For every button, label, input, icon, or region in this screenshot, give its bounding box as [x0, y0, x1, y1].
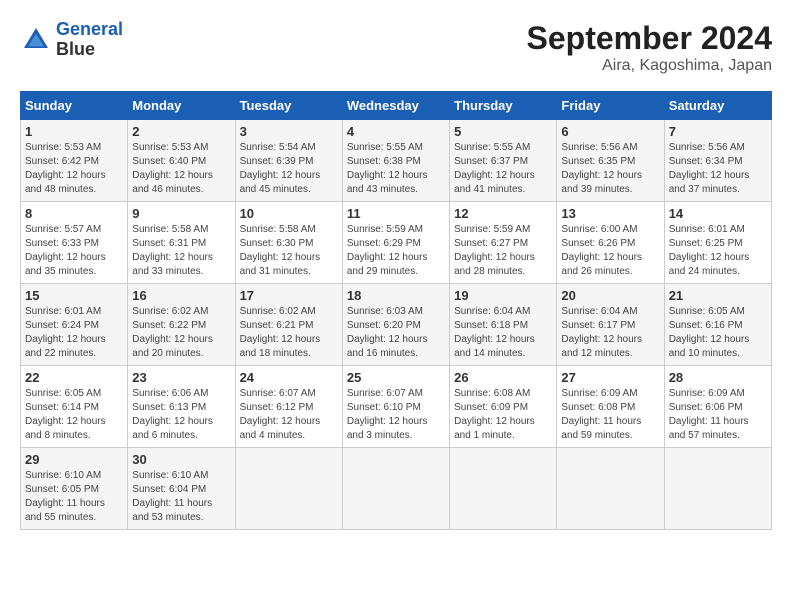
day-cell-sep28: 28 Sunrise: 6:09 AMSunset: 6:06 PMDaylig… — [664, 366, 771, 448]
day-cell-sep1: 1 Sunrise: 5:53 AMSunset: 6:42 PMDayligh… — [21, 120, 128, 202]
calendar-week-5: 29 Sunrise: 6:10 AMSunset: 6:05 PMDaylig… — [21, 448, 772, 530]
day-cell-sep26: 26 Sunrise: 6:08 AMSunset: 6:09 PMDaylig… — [450, 366, 557, 448]
day-cell-sep3: 3 Sunrise: 5:54 AMSunset: 6:39 PMDayligh… — [235, 120, 342, 202]
day-cell-sep29: 29 Sunrise: 6:10 AMSunset: 6:05 PMDaylig… — [21, 448, 128, 530]
day-cell-sep22: 22 Sunrise: 6:05 AMSunset: 6:14 PMDaylig… — [21, 366, 128, 448]
day-cell-sep24: 24 Sunrise: 6:07 AMSunset: 6:12 PMDaylig… — [235, 366, 342, 448]
day-cell-sep12: 12 Sunrise: 5:59 AMSunset: 6:27 PMDaylig… — [450, 202, 557, 284]
day-cell-sep10: 10 Sunrise: 5:58 AMSunset: 6:30 PMDaylig… — [235, 202, 342, 284]
day-cell-sep6: 6 Sunrise: 5:56 AMSunset: 6:35 PMDayligh… — [557, 120, 664, 202]
page-header: General Blue September 2024 Aira, Kagosh… — [20, 20, 772, 75]
day-cell-sep4: 4 Sunrise: 5:55 AMSunset: 6:38 PMDayligh… — [342, 120, 449, 202]
header-friday: Friday — [557, 92, 664, 120]
page-subtitle: Aira, Kagoshima, Japan — [527, 57, 772, 75]
header-thursday: Thursday — [450, 92, 557, 120]
day-cell-sep8: 8 Sunrise: 5:57 AMSunset: 6:33 PMDayligh… — [21, 202, 128, 284]
day-cell-sep23: 23 Sunrise: 6:06 AMSunset: 6:13 PMDaylig… — [128, 366, 235, 448]
day-cell-sep21: 21 Sunrise: 6:05 AMSunset: 6:16 PMDaylig… — [664, 284, 771, 366]
day-cell-empty-5 — [664, 448, 771, 530]
day-cell-sep2: 2 Sunrise: 5:53 AMSunset: 6:40 PMDayligh… — [128, 120, 235, 202]
day-cell-sep18: 18 Sunrise: 6:03 AMSunset: 6:20 PMDaylig… — [342, 284, 449, 366]
day-cell-sep20: 20 Sunrise: 6:04 AMSunset: 6:17 PMDaylig… — [557, 284, 664, 366]
logo-icon — [20, 24, 52, 56]
day-cell-sep13: 13 Sunrise: 6:00 AMSunset: 6:26 PMDaylig… — [557, 202, 664, 284]
header-monday: Monday — [128, 92, 235, 120]
day-cell-sep15: 15 Sunrise: 6:01 AMSunset: 6:24 PMDaylig… — [21, 284, 128, 366]
header-wednesday: Wednesday — [342, 92, 449, 120]
day-cell-sep16: 16 Sunrise: 6:02 AMSunset: 6:22 PMDaylig… — [128, 284, 235, 366]
day-cell-sep14: 14 Sunrise: 6:01 AMSunset: 6:25 PMDaylig… — [664, 202, 771, 284]
header-sunday: Sunday — [21, 92, 128, 120]
logo-text: General Blue — [56, 20, 123, 60]
page-title: September 2024 — [527, 20, 772, 57]
day-cell-empty-4 — [557, 448, 664, 530]
logo: General Blue — [20, 20, 123, 60]
day-cell-sep7: 7 Sunrise: 5:56 AMSunset: 6:34 PMDayligh… — [664, 120, 771, 202]
day-cell-sep11: 11 Sunrise: 5:59 AMSunset: 6:29 PMDaylig… — [342, 202, 449, 284]
day-cell-empty-3 — [450, 448, 557, 530]
calendar-week-1: 1 Sunrise: 5:53 AMSunset: 6:42 PMDayligh… — [21, 120, 772, 202]
day-cell-sep9: 9 Sunrise: 5:58 AMSunset: 6:31 PMDayligh… — [128, 202, 235, 284]
title-block: September 2024 Aira, Kagoshima, Japan — [527, 20, 772, 75]
weekday-header-row: Sunday Monday Tuesday Wednesday Thursday… — [21, 92, 772, 120]
header-tuesday: Tuesday — [235, 92, 342, 120]
calendar-week-4: 22 Sunrise: 6:05 AMSunset: 6:14 PMDaylig… — [21, 366, 772, 448]
calendar-week-3: 15 Sunrise: 6:01 AMSunset: 6:24 PMDaylig… — [21, 284, 772, 366]
calendar-week-2: 8 Sunrise: 5:57 AMSunset: 6:33 PMDayligh… — [21, 202, 772, 284]
day-cell-empty-2 — [342, 448, 449, 530]
header-saturday: Saturday — [664, 92, 771, 120]
day-cell-sep27: 27 Sunrise: 6:09 AMSunset: 6:08 PMDaylig… — [557, 366, 664, 448]
day-cell-sep25: 25 Sunrise: 6:07 AMSunset: 6:10 PMDaylig… — [342, 366, 449, 448]
day-cell-sep17: 17 Sunrise: 6:02 AMSunset: 6:21 PMDaylig… — [235, 284, 342, 366]
day-cell-sep19: 19 Sunrise: 6:04 AMSunset: 6:18 PMDaylig… — [450, 284, 557, 366]
day-cell-sep5: 5 Sunrise: 5:55 AMSunset: 6:37 PMDayligh… — [450, 120, 557, 202]
calendar-table: Sunday Monday Tuesday Wednesday Thursday… — [20, 91, 772, 530]
day-cell-sep30: 30 Sunrise: 6:10 AMSunset: 6:04 PMDaylig… — [128, 448, 235, 530]
day-cell-empty-1 — [235, 448, 342, 530]
